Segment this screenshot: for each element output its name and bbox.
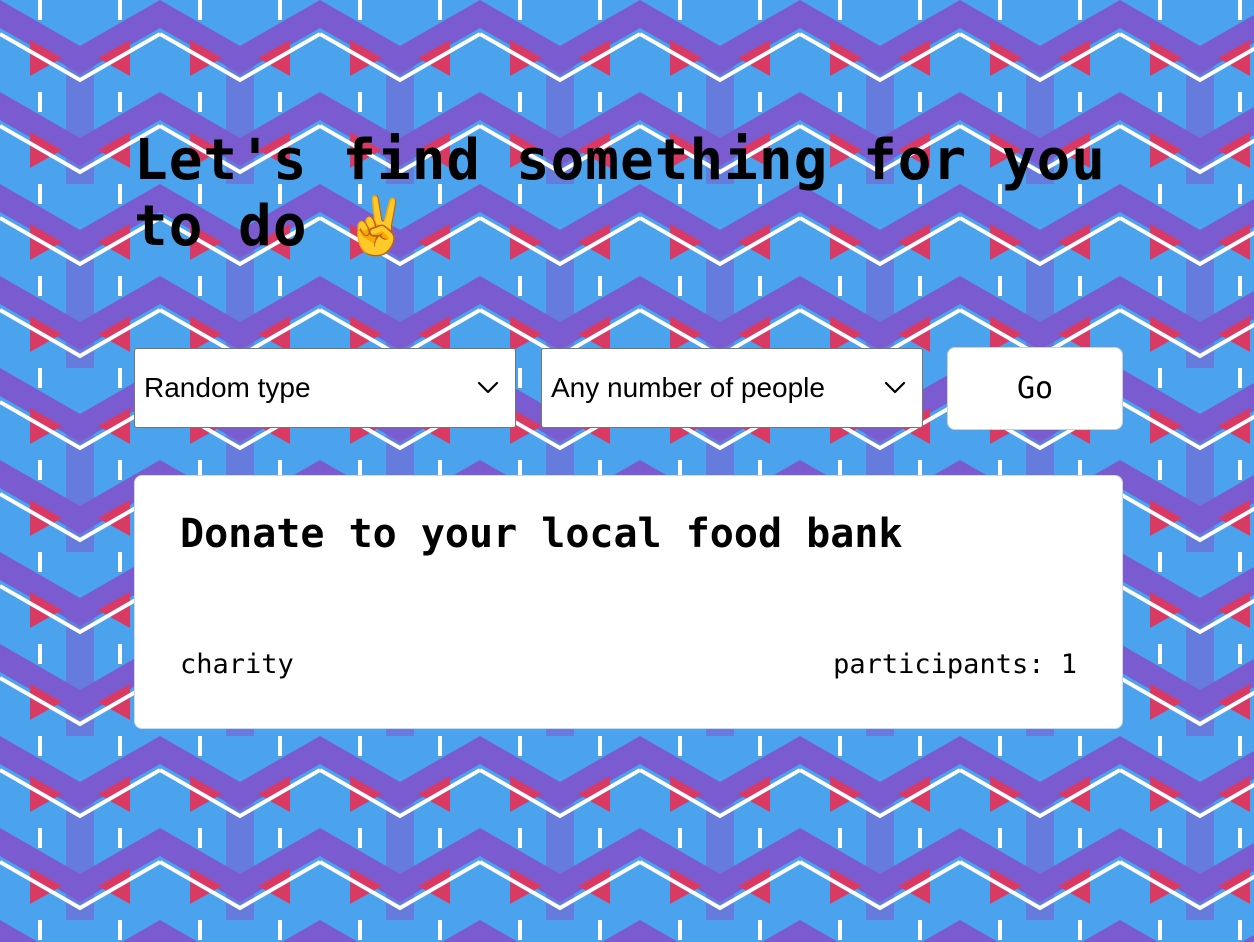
main-content: Let's find something for you to do ✌️ Ra… [134,128,1124,729]
activity-title: Donate to your local food bank [180,511,903,557]
chevron-down-icon [477,381,499,394]
participants-label: participants: [833,649,1045,680]
go-button[interactable]: Go [947,347,1123,430]
chevron-down-icon [884,381,906,394]
activity-type-select-value: Random type [144,372,311,403]
participants-value: 1 [1060,649,1077,680]
activity-type-select[interactable]: Random type [134,348,516,428]
filter-controls: Random type Any number of people Go [134,347,1124,430]
activity-type: charity [180,649,294,680]
activity-card: Donate to your local food bank charity p… [134,475,1123,729]
participants-select[interactable]: Any number of people [541,348,923,428]
page-title: Let's find something for you to do ✌️ [134,128,1107,259]
participants-count: participants: 1 [833,648,1077,682]
participants-select-value: Any number of people [551,372,825,403]
